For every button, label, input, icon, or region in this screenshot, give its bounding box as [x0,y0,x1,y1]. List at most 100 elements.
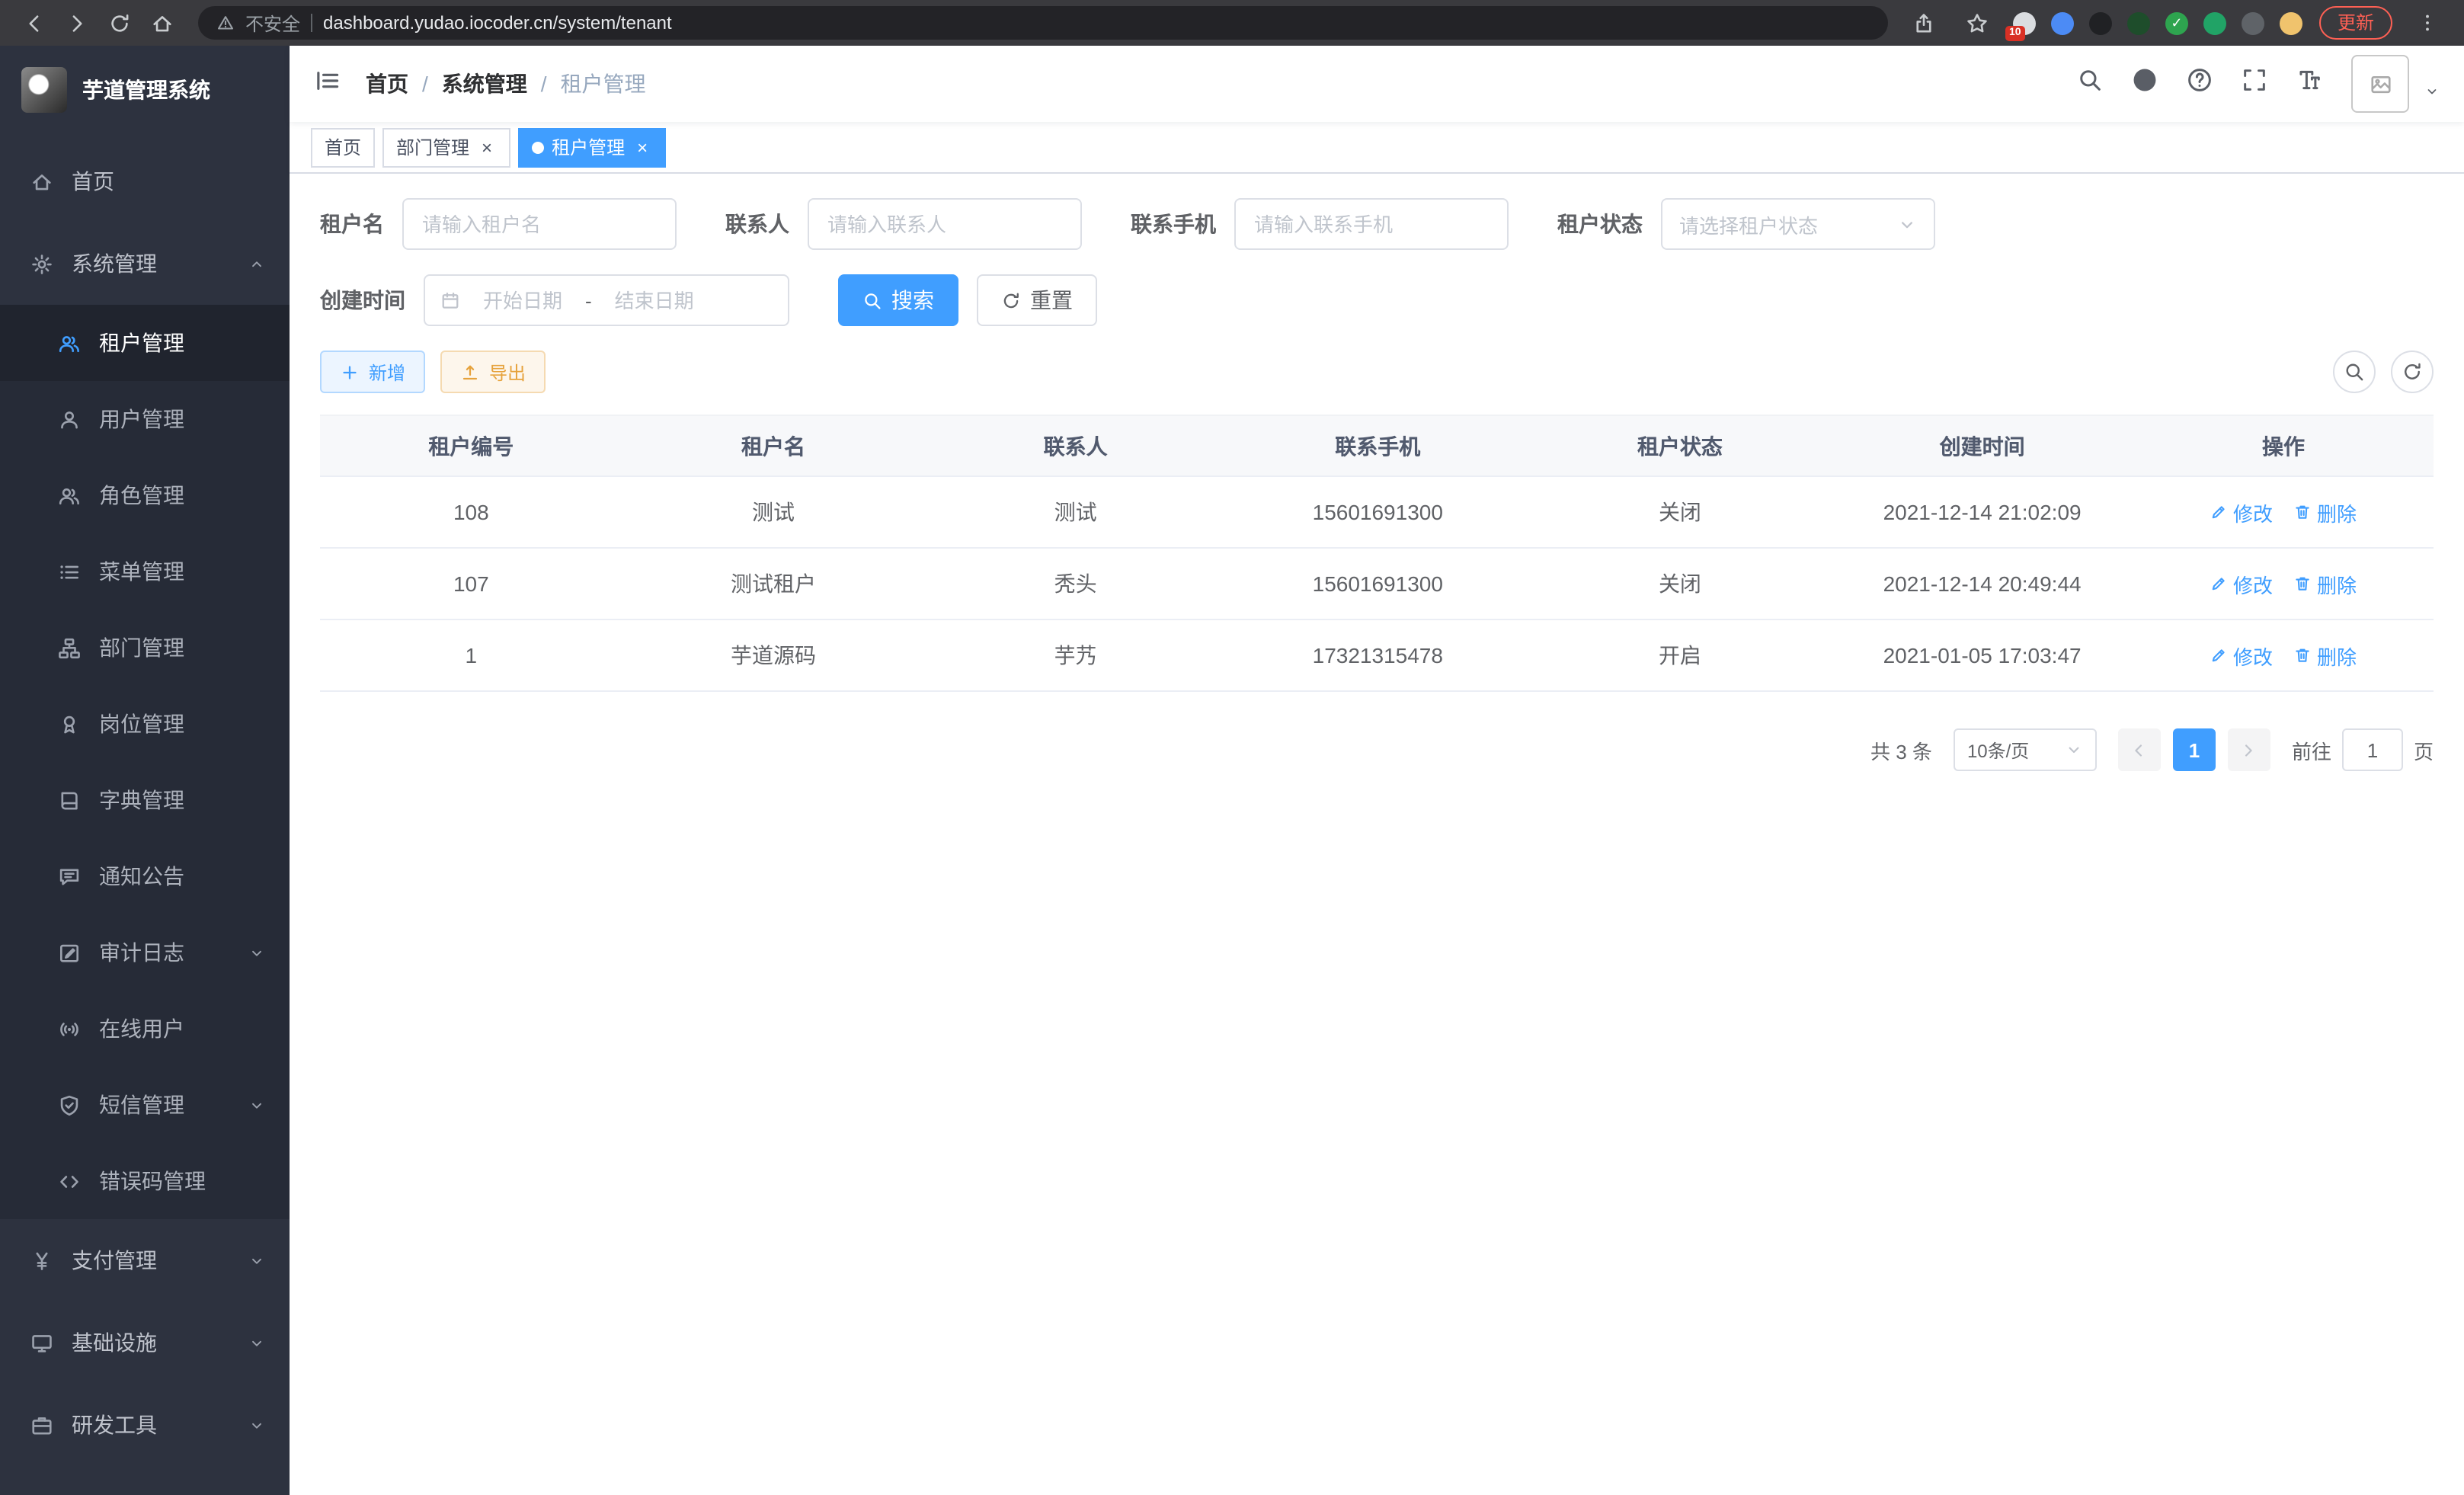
tab-item[interactable]: 首页 [311,127,375,167]
goto-unit: 页 [2414,735,2434,764]
fullscreen-button[interactable] [2242,67,2267,101]
edit-row-button[interactable]: 修改 [2210,641,2273,670]
sidebar-item[interactable]: 角色管理 [0,457,290,533]
table-cell: 测试 [622,476,925,548]
logo-avatar-image [21,67,67,113]
chrome-update-button[interactable]: 更新 [2319,6,2392,40]
browser-actions: 10 ✓ 更新 [1906,5,2449,41]
page-number-button[interactable]: 1 [2173,728,2216,771]
sidebar-item[interactable]: 系统管理 [0,222,290,305]
table-body: 108测试测试15601691300关闭2021-12-14 21:02:09修… [320,476,2434,691]
plus-icon [340,362,360,382]
refresh-table-button[interactable] [2391,351,2434,393]
next-page-button[interactable] [2228,728,2270,771]
delete-row-button[interactable]: 删除 [2294,641,2357,670]
application-window: 不安全 dashboard.yudao.iocoder.cn/system/te… [0,0,2464,1495]
browser-extension-icon[interactable] [2280,11,2302,34]
browser-extension-icon[interactable] [2089,11,2112,34]
tab-item[interactable]: 租户管理× [518,127,666,167]
add-button[interactable]: 新增 [320,351,425,393]
help-button[interactable] [2187,67,2213,101]
search-button[interactable]: 搜索 [838,274,958,326]
table-cell: 2021-12-14 21:02:09 [1831,476,2133,548]
edit-row-button[interactable]: 修改 [2210,498,2273,527]
bookmark-button[interactable] [1960,5,1996,41]
share-button[interactable] [1906,5,1943,41]
chevron-up-icon [248,255,265,272]
export-button[interactable]: 导出 [440,351,546,393]
sidebar-collapse-button[interactable] [314,66,341,101]
date-end-input[interactable] [601,289,708,312]
goto-page-input[interactable] [2342,728,2403,771]
sidebar-item[interactable]: 短信管理 [0,1067,290,1143]
chat-icon [58,865,81,888]
delete-row-button[interactable]: 删除 [2294,498,2357,527]
avatar-dropdown-caret[interactable] [2424,84,2440,113]
mobile-label: 联系手机 [1131,209,1216,239]
breadcrumb-item[interactable]: 首页 [366,69,408,99]
browser-extension-icon[interactable]: ✓ [2165,11,2188,34]
forward-button[interactable] [58,5,94,41]
address-bar[interactable]: 不安全 dashboard.yudao.iocoder.cn/system/te… [198,6,1888,40]
sidebar-item[interactable]: 岗位管理 [0,686,290,762]
reload-button[interactable] [101,5,137,41]
browser-extension-icon[interactable] [2127,11,2150,34]
column-header: 创建时间 [1831,415,2133,476]
home-icon [150,11,173,34]
users-icon [58,484,81,507]
user-avatar[interactable] [2351,55,2409,113]
toggle-search-button[interactable] [2333,351,2376,393]
sidebar-item[interactable]: 研发工具 [0,1384,290,1466]
mobile-input[interactable] [1234,198,1509,250]
sidebar-item-label: 菜单管理 [99,556,184,587]
search-button-label: 搜索 [891,285,934,315]
github-link[interactable] [2132,67,2158,101]
font-size-button[interactable] [2296,67,2322,101]
browser-extension-icon[interactable]: 10 [2013,11,2036,34]
chevron-down-icon [248,1096,265,1113]
sidebar-item[interactable]: 菜单管理 [0,533,290,610]
date-range-picker[interactable]: - [424,274,789,326]
tab-item[interactable]: 部门管理× [382,127,510,167]
sidebar-item[interactable]: 支付管理 [0,1219,290,1301]
help-icon [2187,67,2213,93]
table-cell: 17321315478 [1227,619,1529,691]
breadcrumb-item[interactable]: 系统管理 [442,69,527,99]
edit-icon [2210,575,2229,593]
back-button[interactable] [15,5,52,41]
sidebar-item-label: 部门管理 [99,632,184,663]
sidebar-item-label: 审计日志 [99,937,184,968]
browser-extension-icon[interactable] [2242,11,2264,34]
status-select[interactable]: 请选择租户状态 [1661,198,1935,250]
sidebar-item[interactable]: 基础设施 [0,1301,290,1384]
sidebar-item[interactable]: 部门管理 [0,610,290,686]
tenant-table: 租户编号租户名联系人联系手机租户状态创建时间操作 108测试测试15601691… [320,415,2434,692]
home-button[interactable] [143,5,180,41]
tenant-name-input[interactable] [402,198,677,250]
sidebar-item[interactable]: 首页 [0,140,290,222]
browser-extension-icon[interactable] [2051,11,2074,34]
sidebar-item[interactable]: 审计日志 [0,914,290,991]
sidebar-item[interactable]: 租户管理 [0,305,290,381]
close-tab-icon[interactable]: × [477,137,497,157]
sidebar-item[interactable]: 字典管理 [0,762,290,838]
pagination: 共 3 条 10条/页 1 前往 页 [320,728,2434,771]
total-count: 共 3 条 [1870,735,1932,764]
contact-input[interactable] [808,198,1082,250]
sidebar-item[interactable]: 用户管理 [0,381,290,457]
close-tab-icon[interactable]: × [632,137,652,157]
reset-button[interactable]: 重置 [977,274,1097,326]
sidebar-item[interactable]: 在线用户 [0,991,290,1067]
sidebar-item[interactable]: 错误码管理 [0,1143,290,1219]
sidebar-item[interactable]: 通知公告 [0,838,290,914]
prev-page-button[interactable] [2118,728,2161,771]
edit-row-button[interactable]: 修改 [2210,569,2273,598]
chrome-menu-button[interactable] [2409,5,2446,41]
table-cell: 1 [320,619,622,691]
delete-row-button[interactable]: 删除 [2294,569,2357,598]
page-size-select[interactable]: 10条/页 [1954,728,2097,771]
browser-extension-icon[interactable] [2203,11,2226,34]
header-search-button[interactable] [2077,67,2103,101]
date-start-input[interactable] [469,289,576,312]
breadcrumb-separator: / [541,72,547,96]
